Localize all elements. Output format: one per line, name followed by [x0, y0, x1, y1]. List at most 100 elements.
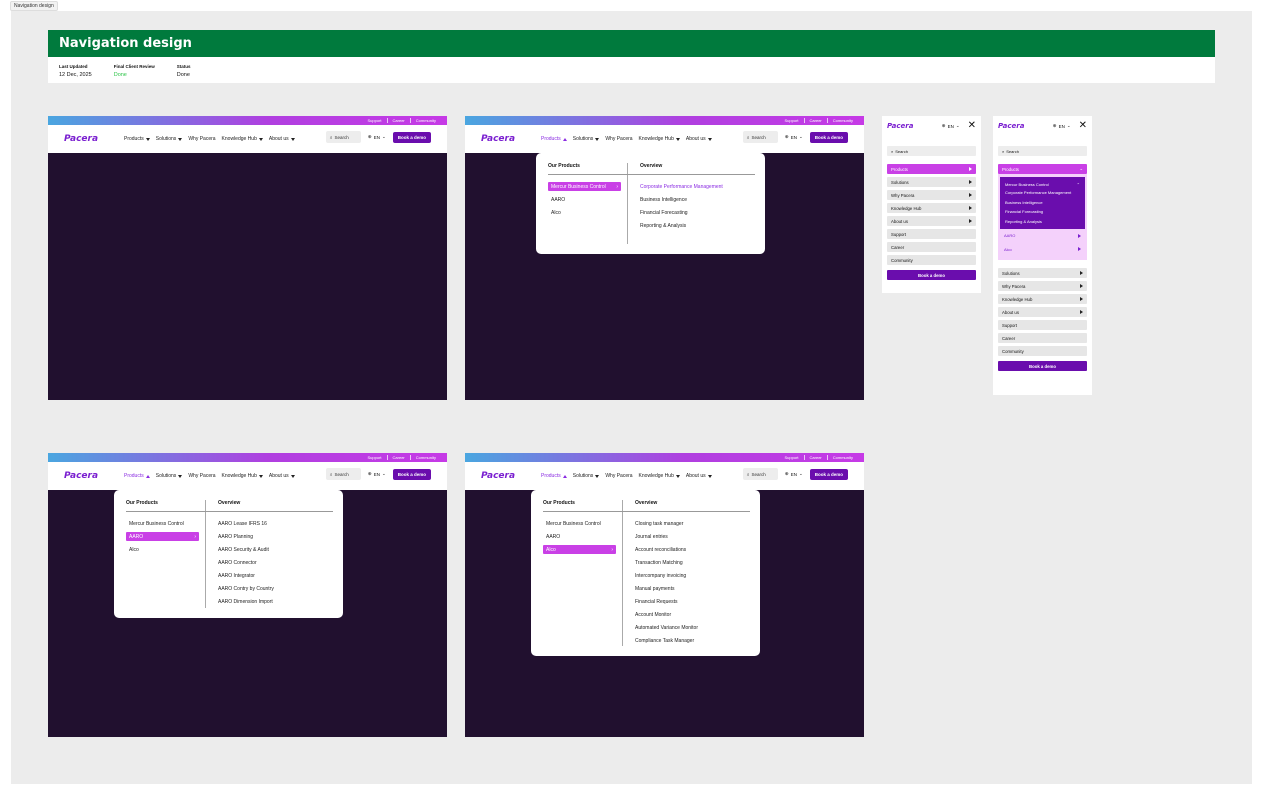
submenu-product-alco[interactable]: Alco [998, 243, 1087, 257]
submenu-link[interactable]: Reporting & Analysis [1003, 217, 1082, 227]
product-item-mercur[interactable]: Mercur Business Control [543, 517, 616, 530]
nav-item-products[interactable]: Products [541, 473, 567, 479]
overview-link[interactable]: AARO Security & Audit [218, 543, 331, 556]
mobile-item-about-us[interactable]: About us [998, 307, 1087, 317]
mobile-item-solutions[interactable]: Solutions [887, 177, 976, 187]
mobile-item-products[interactable]: Products [887, 164, 976, 174]
mobile-item-products[interactable]: Products ⌄ [998, 164, 1087, 174]
overview-link[interactable]: Business Intelligence [640, 193, 753, 206]
mercur-submenu-title[interactable]: Mercur Business Control ⌃ [1003, 180, 1082, 188]
top-link-support[interactable]: Support [780, 118, 804, 123]
submenu-link[interactable]: Corporate Performance Management [1003, 188, 1082, 198]
mobile-item-knowledge-hub[interactable]: Knowledge Hub [887, 203, 976, 213]
top-link-community[interactable]: Community [826, 455, 858, 460]
nav-item-why-pacera[interactable]: Why Pacera [188, 473, 215, 479]
nav-item-solutions[interactable]: Solutions [156, 473, 183, 479]
product-item-alco[interactable]: Alco [126, 543, 199, 556]
overview-link[interactable]: AARO Dimension Import [218, 595, 331, 608]
nav-item-why-pacera[interactable]: Why Pacera [188, 136, 215, 142]
mobile-item-solutions[interactable]: Solutions [998, 268, 1087, 278]
nav-item-knowledge-hub[interactable]: Knowledge Hub [639, 136, 680, 142]
overview-link[interactable]: Journal entries [635, 530, 748, 543]
language-select[interactable]: ⊕ EN ⌄ [785, 471, 803, 477]
nav-item-solutions[interactable]: Solutions [573, 473, 600, 479]
nav-item-about-us[interactable]: About us [686, 136, 712, 142]
top-link-community[interactable]: Community [409, 118, 441, 123]
mobile-item-why-pacera[interactable]: Why Pacera [887, 190, 976, 200]
mobile-item-about-us[interactable]: About us [887, 216, 976, 226]
pacera-logo[interactable]: Pacera [481, 134, 541, 144]
pacera-logo[interactable]: Pacera [64, 134, 124, 144]
book-demo-button[interactable]: Book a demo [392, 131, 431, 143]
top-link-career[interactable]: Career [803, 118, 827, 123]
pacera-logo[interactable]: Pacera [998, 122, 1024, 130]
language-select[interactable]: ⊕ EN ⌄ [1053, 123, 1071, 129]
pacera-logo[interactable]: Pacera [481, 471, 541, 481]
nav-item-why-pacera[interactable]: Why Pacera [605, 136, 632, 142]
mobile-item-career[interactable]: Career [998, 333, 1087, 343]
nav-item-knowledge-hub[interactable]: Knowledge Hub [222, 473, 263, 479]
language-select[interactable]: ⊕ EN ⌄ [368, 134, 386, 140]
submenu-link[interactable]: Business Intelligence [1003, 198, 1082, 208]
top-link-support[interactable]: Support [363, 118, 387, 123]
nav-item-solutions[interactable]: Solutions [573, 136, 600, 142]
top-link-community[interactable]: Community [409, 455, 441, 460]
top-link-career[interactable]: Career [386, 118, 410, 123]
overview-link[interactable]: Automated Variance Monitor [635, 621, 748, 634]
search-input[interactable]: ⌕ Search [887, 146, 976, 156]
overview-link[interactable]: Transaction Matching [635, 556, 748, 569]
overview-link[interactable]: Corporate Performance Management [640, 180, 753, 193]
book-demo-button[interactable]: Book a demo [392, 468, 431, 480]
close-icon[interactable]: ✕ [968, 121, 976, 131]
overview-link[interactable]: Financial Forecasting [640, 206, 753, 219]
language-select[interactable]: ⊕ EN ⌄ [942, 123, 960, 129]
book-demo-button[interactable]: Book a demo [998, 361, 1087, 371]
overview-link[interactable]: AARO Integrator [218, 569, 331, 582]
pacera-logo[interactable]: Pacera [887, 122, 913, 130]
overview-link[interactable]: Account Monitor [635, 608, 748, 621]
nav-item-knowledge-hub[interactable]: Knowledge Hub [222, 136, 263, 142]
product-item-aaro[interactable]: AARO [543, 530, 616, 543]
overview-link[interactable]: Compliance Task Manager [635, 634, 748, 647]
product-item-mercur[interactable]: Mercur Business Control [126, 517, 199, 530]
top-link-career[interactable]: Career [386, 455, 410, 460]
product-item-mercur[interactable]: Mercur Business Control › [548, 182, 621, 191]
overview-link[interactable]: AARO Lease IFRS 16 [218, 517, 331, 530]
nav-item-products[interactable]: Products [541, 136, 567, 142]
nav-item-about-us[interactable]: About us [686, 473, 712, 479]
mobile-item-community[interactable]: Community [998, 346, 1087, 356]
nav-item-about-us[interactable]: About us [269, 136, 295, 142]
language-select[interactable]: ⊕ EN ⌄ [368, 471, 386, 477]
overview-link[interactable]: AARO Contry by Country [218, 582, 331, 595]
mobile-item-support[interactable]: Support [887, 229, 976, 239]
search-input[interactable]: ⌕ Search [998, 146, 1087, 156]
mobile-item-support[interactable]: Support [998, 320, 1087, 330]
overview-link[interactable]: Reporting & Analysis [640, 219, 753, 232]
nav-item-products[interactable]: Products [124, 473, 150, 479]
nav-item-solutions[interactable]: Solutions [156, 136, 183, 142]
overview-link[interactable]: Closing task manager [635, 517, 748, 530]
nav-item-knowledge-hub[interactable]: Knowledge Hub [639, 473, 680, 479]
nav-item-about-us[interactable]: About us [269, 473, 295, 479]
mobile-item-career[interactable]: Career [887, 242, 976, 252]
book-demo-button[interactable]: Book a demo [887, 270, 976, 280]
product-item-aaro[interactable]: AARO [548, 193, 621, 206]
overview-link[interactable]: AARO Planning [218, 530, 331, 543]
mobile-item-community[interactable]: Community [887, 255, 976, 265]
top-link-support[interactable]: Support [363, 455, 387, 460]
mobile-item-knowledge-hub[interactable]: Knowledge Hub [998, 294, 1087, 304]
book-demo-button[interactable]: Book a demo [809, 468, 848, 480]
book-demo-button[interactable]: Book a demo [809, 131, 848, 143]
overview-link[interactable]: Manual payments [635, 582, 748, 595]
search-input[interactable]: ⌕ Search [325, 468, 361, 480]
close-icon[interactable]: ✕ [1079, 121, 1087, 131]
top-link-career[interactable]: Career [803, 455, 827, 460]
overview-link[interactable]: AARO Connector [218, 556, 331, 569]
overview-link[interactable]: Account reconciliations [635, 543, 748, 556]
search-input[interactable]: ⌕ Search [325, 131, 361, 143]
nav-item-products[interactable]: Products [124, 136, 150, 142]
pacera-logo[interactable]: Pacera [64, 471, 124, 481]
product-item-alco[interactable]: Alco [548, 206, 621, 219]
top-link-community[interactable]: Community [826, 118, 858, 123]
search-input[interactable]: ⌕ Search [742, 131, 778, 143]
